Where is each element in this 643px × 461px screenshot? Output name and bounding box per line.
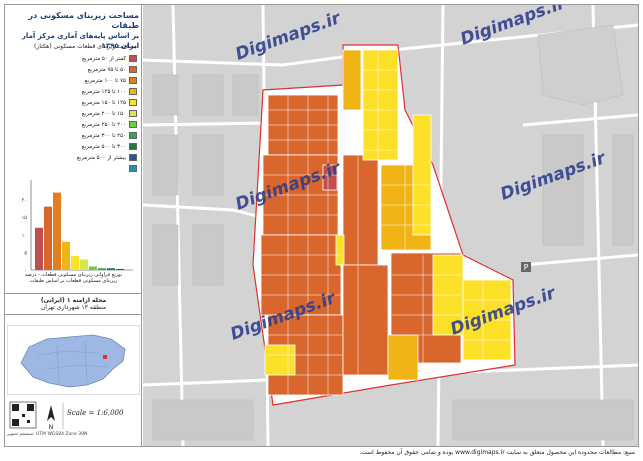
chart-captions: توزیع فراوانی زیربنای مسکونی قطعات - درص…: [7, 272, 140, 284]
chart-bar: [71, 255, 79, 270]
map-canvas: P Digimaps.ir Digimaps.ir Digimaps.ir Di…: [143, 5, 638, 446]
legend-swatch: [129, 154, 137, 161]
chart-bar: [53, 192, 61, 270]
legend-item: ۲۵۰ تا ۳۰۰ مترمربع: [9, 130, 137, 141]
district-name: منطقه ۱۳ شهرداری تهران: [40, 304, 107, 311]
legend-swatch: [129, 132, 137, 139]
chart-caption-2: زیربنای مسکونی قطعات بر اساس طبقات: [29, 278, 118, 284]
map-scale: Scale = 1:6,000: [67, 409, 124, 417]
legend-swatch: [129, 143, 137, 150]
legend-label: بیشتر از ۵۰۰ مترمربع: [76, 154, 126, 161]
legend-swatch: [129, 121, 137, 128]
legend-item: بیشتر از ۵۰۰ مترمربع: [9, 152, 137, 163]
legend-swatch: [129, 77, 137, 84]
map-title: مساحت زیربنای مسکونی در طبقات: [28, 11, 139, 30]
chart-tick-label: ۱۰: [22, 233, 27, 239]
legend-swatch: [129, 55, 137, 62]
scale-block: N Scale = 1:6,000 سیستم تصویر: UTM WGS84…: [5, 399, 141, 443]
legend-label: ۵۰ تا ۷۵ مترمربع: [87, 66, 126, 73]
legend-swatch: [129, 66, 137, 73]
legend-item: ۱۵۰ تا ۲۰۰ مترمربع: [9, 108, 137, 119]
chart-tick-label: ۱۵: [22, 215, 28, 221]
chart-tick-group: ۰۵۱۰۱۵۲۰: [22, 198, 28, 274]
legend-label: ۱۲۵ تا ۱۵۰ مترمربع: [81, 99, 126, 106]
legend-label: ۷۵ تا ۱۰۰ مترمربع: [84, 77, 126, 84]
chart-bar: [116, 268, 124, 270]
location-block: محله ارامنه ۱ (ایرانی) منطقه ۱۳ شهرداری …: [5, 293, 141, 315]
legend-swatch: [129, 99, 137, 106]
svg-text:N: N: [49, 424, 54, 431]
legend-label: کمتر از ۵۰ مترمربع: [82, 55, 126, 62]
legend-label: ۲۵۰ تا ۳۰۰ مترمربع: [81, 132, 126, 139]
chart-tick-label: ۲۰: [22, 198, 27, 204]
legend-swatch: [129, 88, 137, 95]
legend-rows: کمتر از ۵۰ مترمربع ۵۰ تا ۷۵ مترمربع ۷۵ تا …: [9, 53, 137, 174]
chart-bar: [89, 266, 97, 270]
legend-item: ۱۲۵ تا ۱۵۰ مترمربع: [9, 97, 137, 108]
footer-text: منبع: مطالعات محدوده این محصول متعلق به …: [359, 449, 635, 456]
chart-bar: [80, 259, 88, 270]
parking-label: P: [524, 263, 529, 272]
chart-bar-group: [35, 192, 124, 270]
chart-bar: [98, 268, 106, 270]
chart-bar: [62, 241, 70, 270]
map-sidebar: مساحت زیربنای مسکونی در طبقات بر اساس پا…: [5, 5, 142, 446]
legend-label: ۳۰۰ تا ۵۰۰ مترمربع: [81, 143, 126, 150]
legend-item: ۲۰۰ تا ۲۵۰ مترمربع: [9, 119, 137, 130]
legend-swatch: [129, 110, 137, 117]
map-svg: P Digimaps.ir Digimaps.ir Digimaps.ir Di…: [143, 5, 638, 446]
legend: مساحت زیربنای قطعات مسکونی (هکتار) کمتر …: [9, 43, 137, 174]
legend-item: ۱۰۰ تا ۱۲۵ مترمربع: [9, 86, 137, 97]
legend-item: ۵۰ تا ۷۵ مترمربع: [9, 64, 137, 75]
locator-map: [7, 325, 140, 395]
north-arrow-icon: [47, 405, 55, 421]
location-marker: [103, 355, 107, 359]
legend-item: کمتر از ۵۰ مترمربع: [9, 53, 137, 64]
legend-title: مساحت زیربنای قطعات مسکونی (هکتار): [33, 43, 137, 50]
legend-label: ۱۵۰ تا ۲۰۰ مترمربع: [81, 110, 126, 117]
chart-bar: [107, 268, 115, 270]
chart-bar: [44, 206, 52, 270]
legend-label: ۱۰۰ تا ۱۲۵ مترمربع: [81, 88, 126, 95]
chart-tick-label: ۵: [24, 250, 27, 256]
park-ground: [537, 24, 624, 106]
chart-bar: [35, 227, 43, 270]
legend-item: ۷۵ تا ۱۰۰ مترمربع: [9, 75, 137, 86]
legend-label: ۲۰۰ تا ۲۵۰ مترمربع: [81, 121, 126, 128]
neighborhood-name: محله ارامنه ۱ (ایرانی): [40, 297, 107, 304]
legend-item: ۳۰۰ تا ۵۰۰ مترمربع: [9, 141, 137, 152]
projection-note: سیستم تصویر: UTM WGS84 Zone 39N: [7, 432, 88, 437]
